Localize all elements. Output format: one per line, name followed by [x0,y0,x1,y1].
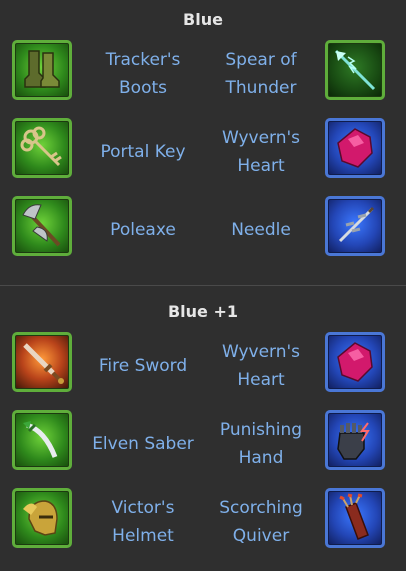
item-name: Wyvern's Heart [221,128,301,176]
quiver-icon[interactable] [325,488,385,548]
fire-sword-icon[interactable] [12,332,72,392]
item-name: Portal Key [100,142,186,162]
heart-gem-icon[interactable] [325,332,385,392]
item-row: Fire Sword Wyvern's Heart [0,332,406,400]
item-name: Victor's Helmet [111,498,175,546]
key-icon[interactable] [12,118,72,178]
section-title: Blue +1 [167,302,239,321]
heart-gem-icon[interactable] [325,118,385,178]
poleaxe-icon[interactable] [12,196,72,256]
spear-icon[interactable] [325,40,385,100]
item-row: Victor's Helmet Scorching Quiver [0,488,406,556]
item-name: Scorching Quiver [219,498,303,546]
item-row: Portal Key Wyvern's Heart [0,118,406,186]
item-name: Tracker's Boots [105,50,181,98]
item-name: Needle [231,220,291,240]
gauntlet-icon[interactable] [325,410,385,470]
item-name: Fire Sword [98,356,188,376]
item-name: Poleaxe [110,220,176,240]
saber-icon[interactable] [12,410,72,470]
section-blue: Blue Tracker's Boots Spear of Thunder Port… [0,0,406,285]
section-title: Blue [183,10,223,29]
item-name: Elven Saber [92,434,194,454]
item-row: Elven Saber Punishing Hand [0,410,406,478]
item-row: Tracker's Boots Spear of Thunder [0,40,406,108]
boots-icon[interactable] [12,40,72,100]
section-blue-plus-1: Blue +1 Fire Sword Wyvern's Heart Elven S… [0,286,406,571]
helmet-icon[interactable] [12,488,72,548]
item-name: Spear of Thunder [225,50,297,98]
item-row: Poleaxe Needle [0,196,406,264]
item-name: Punishing Hand [219,420,303,468]
needle-icon[interactable] [325,196,385,256]
item-name: Wyvern's Heart [221,342,301,390]
